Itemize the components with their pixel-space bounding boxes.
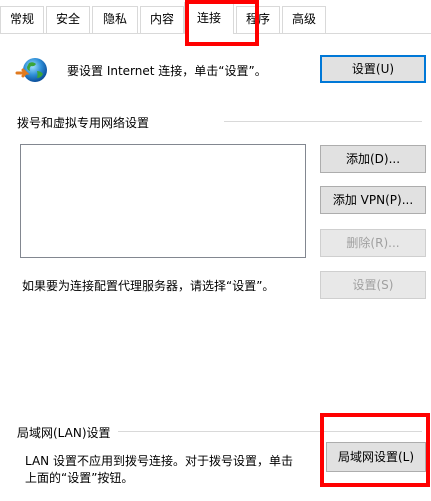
connections-listbox[interactable] — [20, 144, 306, 258]
add-vpn-button[interactable]: 添加 VPN(P)... — [320, 186, 426, 214]
lan-group-line — [118, 431, 422, 432]
remove-button[interactable]: 删除(R)... — [320, 229, 426, 257]
internet-setup-text: 要设置 Internet 连接，单击“设置”。 — [67, 64, 267, 78]
add-connection-button[interactable]: 添加(D)... — [320, 145, 426, 173]
lan-group-label: 局域网(LAN)设置 — [17, 426, 111, 440]
tab-privacy[interactable]: 隐私 — [92, 6, 138, 33]
lan-text-line1: LAN 设置不应用到拨号连接。对于拨号设置，单击 — [25, 454, 293, 468]
tab-connections[interactable]: 连接 — [184, 2, 234, 34]
tab-security[interactable]: 安全 — [46, 6, 90, 33]
tab-advanced[interactable]: 高级 — [282, 6, 326, 33]
dialup-vpn-group-label: 拨号和虚拟专用网络设置 — [17, 116, 150, 130]
lan-text-line2: 上面的“设置”按钮。 — [25, 471, 134, 485]
proxy-hint-text: 如果要为连接配置代理服务器，请选择“设置”。 — [22, 279, 275, 293]
setup-button[interactable]: 设置(U) — [320, 55, 426, 83]
lan-settings-button[interactable]: 局域网设置(L) — [326, 442, 426, 472]
tab-strip: 常规 安全 隐私 内容 连接 程序 高级 — [0, 0, 431, 34]
proxy-settings-button[interactable]: 设置(S) — [320, 271, 426, 299]
tab-general[interactable]: 常规 — [0, 6, 44, 33]
dialup-vpn-group-line — [224, 121, 422, 122]
tab-programs[interactable]: 程序 — [236, 6, 280, 33]
tab-content[interactable]: 内容 — [140, 6, 184, 33]
internet-globe-icon — [15, 58, 47, 82]
